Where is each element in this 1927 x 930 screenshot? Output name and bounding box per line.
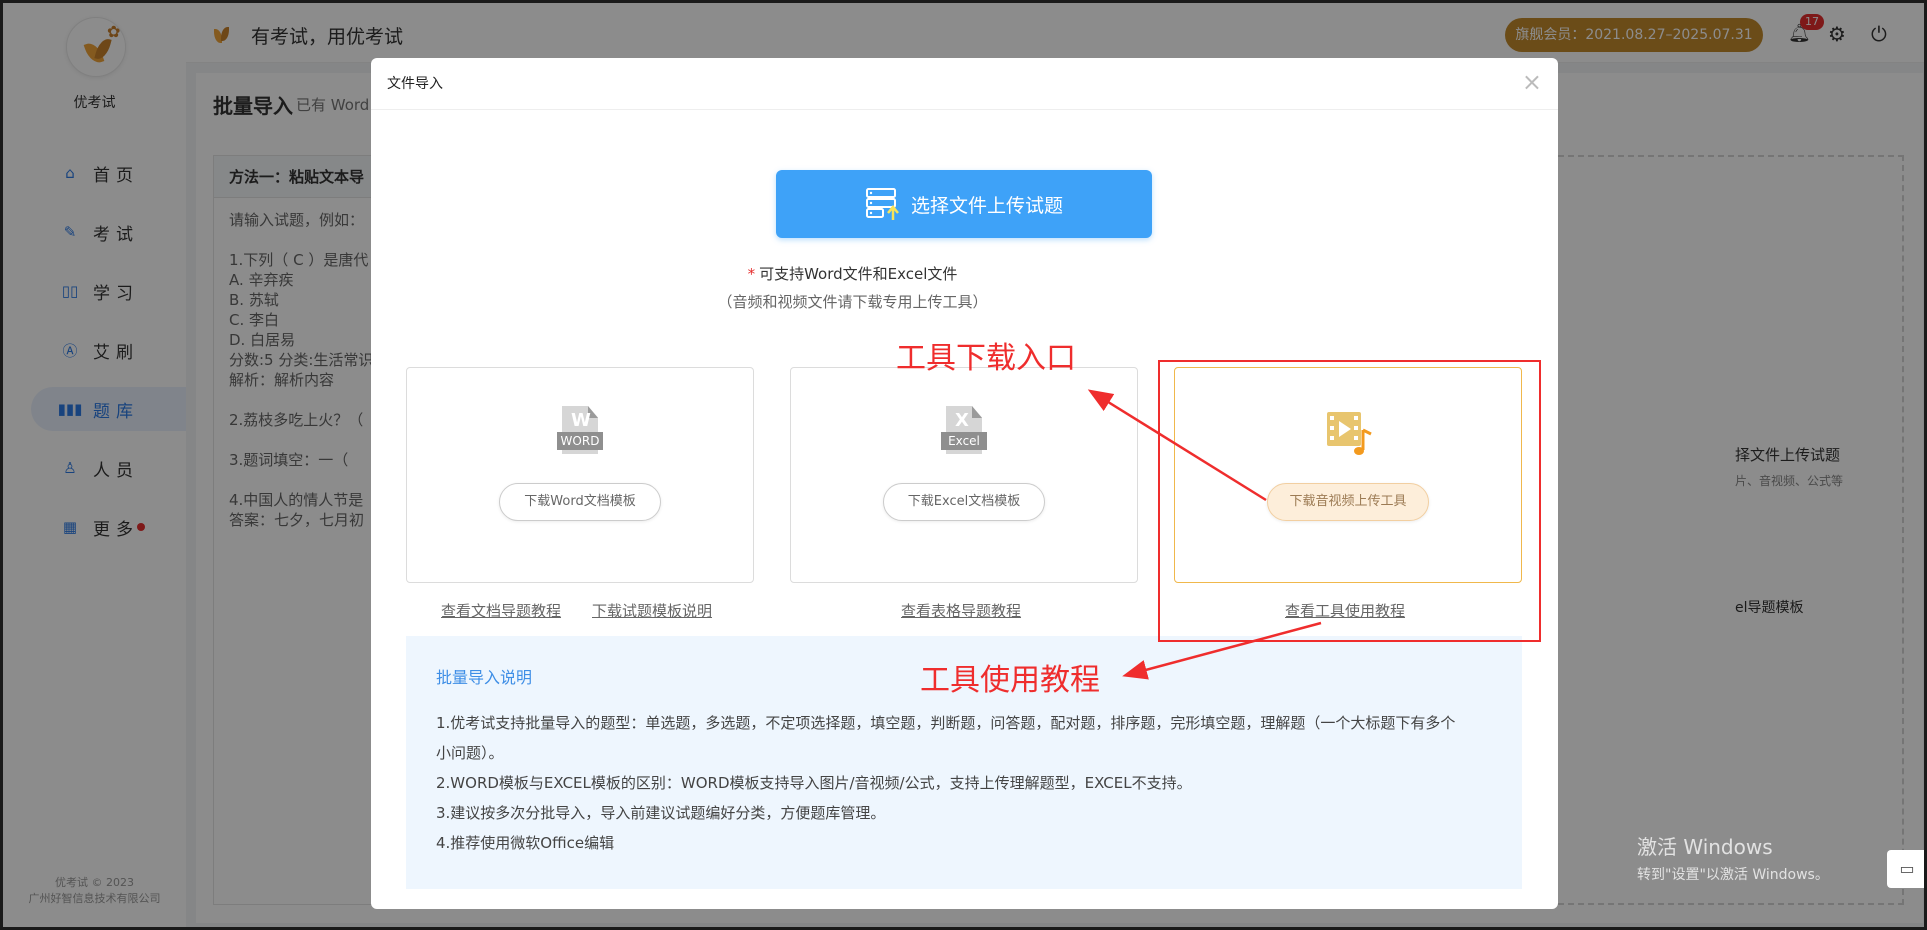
arrow-to-tutorial-label: [1122, 621, 1322, 680]
arrow-to-download-label: [1087, 389, 1267, 502]
annotation-arrows: [1087, 389, 1322, 680]
screenshot-frame: ✿ 优考试 ⌂ 首页 ✎ 考试 ▯▯ 学习 Ⓐ 艾刷 ▮▮▮ 题库 ♙ 人员 ▦…: [0, 0, 1927, 930]
